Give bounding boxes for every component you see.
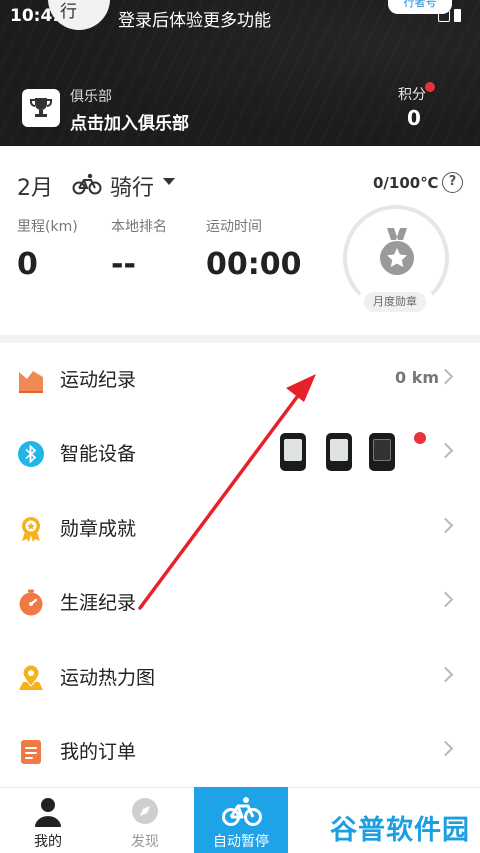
join-club-link[interactable]: 点击加入俱乐部 xyxy=(70,109,189,134)
caret-down-icon[interactable] xyxy=(163,178,175,185)
rank-label: 本地排名 xyxy=(111,219,167,235)
login-hint[interactable]: 登录后体验更多功能 xyxy=(118,6,271,31)
person-icon xyxy=(35,798,61,827)
menu-item-label: 我的订单 xyxy=(60,741,137,763)
menu-item-label: 运动纪录 xyxy=(60,369,137,391)
menu-item-smart-devices[interactable]: 智能设备 xyxy=(0,415,480,489)
distance-label: 里程(km) xyxy=(17,219,78,235)
time-label: 运动时间 xyxy=(206,219,262,235)
distance-value: 0 xyxy=(17,247,38,282)
stopwatch-icon xyxy=(19,589,43,616)
map-pin-icon xyxy=(19,664,43,690)
watermark: 谷普软件园 xyxy=(330,815,470,846)
tab-label: 自动暂停 xyxy=(213,834,269,850)
tab-label: 我的 xyxy=(34,834,62,850)
monthly-goal: 0/100℃ xyxy=(373,174,439,192)
tab-mine[interactable]: 我的 xyxy=(0,787,96,853)
avatar-text: 行 xyxy=(60,2,77,22)
chevron-right-icon xyxy=(437,442,454,459)
menu-item-workout-records[interactable]: 运动纪录 0 km xyxy=(0,341,480,415)
device-thumbnail xyxy=(280,433,306,471)
medal-icon xyxy=(22,517,40,542)
menu-item-label: 运动热力图 xyxy=(60,667,156,689)
month-selector[interactable]: 2月 xyxy=(17,170,53,202)
chevron-right-icon xyxy=(437,368,454,385)
menu-item-label: 智能设备 xyxy=(60,443,137,465)
bicycle-icon xyxy=(72,173,102,195)
club-label: 俱乐部 xyxy=(70,89,112,105)
signal-icon xyxy=(438,9,450,22)
compass-icon xyxy=(132,798,158,824)
chevron-right-icon xyxy=(437,517,454,534)
rank-value: -- xyxy=(111,247,136,282)
tab-discover[interactable]: 发现 xyxy=(96,787,194,853)
device-thumbnail xyxy=(326,433,352,471)
chevron-right-icon xyxy=(437,740,454,757)
menu-item-heatmap[interactable]: 运动热力图 xyxy=(0,639,480,713)
sport-selector[interactable]: 骑行 xyxy=(110,170,154,202)
notification-dot xyxy=(425,82,435,92)
menu-item-medals[interactable]: 勋章成就 xyxy=(0,490,480,564)
chevron-right-icon xyxy=(437,666,454,683)
menu-item-label: 勋章成就 xyxy=(60,518,137,540)
trophy-icon[interactable] xyxy=(22,89,60,127)
menu-item-label: 生涯纪录 xyxy=(60,592,137,614)
monthly-medal-icon xyxy=(380,228,414,275)
order-icon xyxy=(21,740,41,764)
menu-item-career-records[interactable]: 生涯纪录 xyxy=(0,564,480,638)
help-icon[interactable]: ? xyxy=(442,172,463,193)
chevron-right-icon xyxy=(437,591,454,608)
points-label[interactable]: 积分 xyxy=(398,84,426,104)
total-distance: 0 km xyxy=(395,368,440,387)
tab-auto-pause[interactable]: 自动暂停 xyxy=(194,787,288,853)
time-value: 00:00 xyxy=(206,247,302,282)
points-value: 0 xyxy=(407,106,421,130)
bike-icon xyxy=(222,797,262,826)
menu-item-orders[interactable]: 我的订单 xyxy=(0,713,480,787)
bluetooth-icon xyxy=(18,441,44,467)
monthly-medal-label: 月度勋章 xyxy=(364,292,426,312)
battery-icon xyxy=(454,9,461,22)
notification-dot xyxy=(414,432,426,444)
device-thumbnail xyxy=(369,433,395,471)
tab-label: 发现 xyxy=(131,834,159,850)
chart-icon xyxy=(19,371,43,393)
status-icons xyxy=(438,8,461,22)
